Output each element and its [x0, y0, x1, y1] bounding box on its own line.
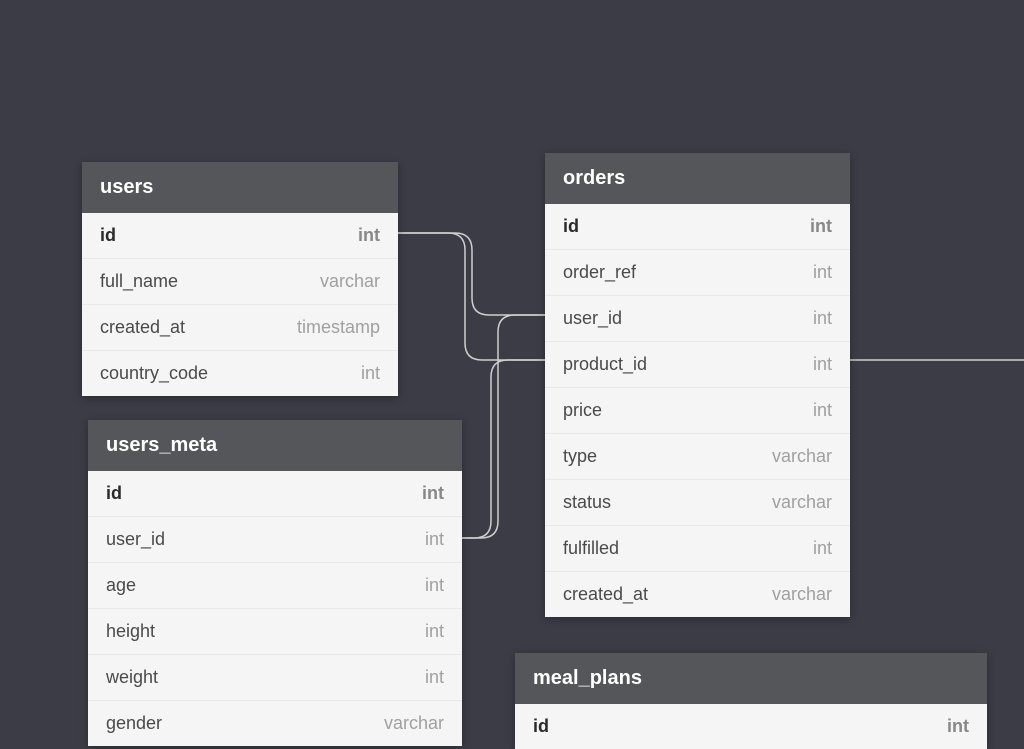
column-row[interactable]: status varchar	[545, 480, 850, 526]
column-row[interactable]: id int	[88, 471, 462, 517]
column-type: int	[358, 225, 380, 246]
column-type: int	[813, 538, 832, 559]
column-type: varchar	[772, 492, 832, 513]
column-type: int	[425, 575, 444, 596]
column-type: int	[361, 363, 380, 384]
column-type: int	[813, 308, 832, 329]
column-row[interactable]: order_ref int	[545, 250, 850, 296]
column-row[interactable]: created_at varchar	[545, 572, 850, 617]
column-type: int	[810, 216, 832, 237]
column-name: user_id	[563, 308, 622, 329]
column-row[interactable]: type varchar	[545, 434, 850, 480]
column-name: gender	[106, 713, 162, 734]
column-row[interactable]: gender varchar	[88, 701, 462, 746]
table-header-users: users	[82, 162, 398, 213]
column-name: fulfilled	[563, 538, 619, 559]
column-row[interactable]: height int	[88, 609, 462, 655]
column-row[interactable]: age int	[88, 563, 462, 609]
table-header-orders: orders	[545, 153, 850, 204]
column-type: timestamp	[297, 317, 380, 338]
column-type: int	[422, 483, 444, 504]
column-type: int	[813, 354, 832, 375]
column-name: created_at	[563, 584, 648, 605]
table-meal-plans[interactable]: meal_plans id int	[515, 653, 987, 749]
column-type: varchar	[772, 584, 832, 605]
column-row[interactable]: full_name varchar	[82, 259, 398, 305]
column-row[interactable]: id int	[82, 213, 398, 259]
column-type: varchar	[384, 713, 444, 734]
table-users[interactable]: users id int full_name varchar created_a…	[82, 162, 398, 396]
column-name: product_id	[563, 354, 647, 375]
column-row[interactable]: product_id int	[545, 342, 850, 388]
column-name: status	[563, 492, 611, 513]
column-name: full_name	[100, 271, 178, 292]
column-name: price	[563, 400, 602, 421]
column-type: int	[813, 262, 832, 283]
column-name: id	[106, 483, 122, 504]
column-name: type	[563, 446, 597, 467]
column-row[interactable]: id int	[545, 204, 850, 250]
column-type: int	[947, 716, 969, 737]
table-header-meal-plans: meal_plans	[515, 653, 987, 704]
column-type: int	[425, 529, 444, 550]
column-type: varchar	[320, 271, 380, 292]
column-name: id	[533, 716, 549, 737]
table-title: users	[100, 176, 153, 198]
table-title: orders	[563, 167, 625, 189]
table-title: users_meta	[106, 434, 217, 456]
column-row[interactable]: fulfilled int	[545, 526, 850, 572]
column-type: int	[425, 667, 444, 688]
column-row[interactable]: country_code int	[82, 351, 398, 396]
column-row[interactable]: created_at timestamp	[82, 305, 398, 351]
table-header-users-meta: users_meta	[88, 420, 462, 471]
column-row[interactable]: weight int	[88, 655, 462, 701]
column-name: height	[106, 621, 155, 642]
column-name: order_ref	[563, 262, 636, 283]
column-row[interactable]: id int	[515, 704, 987, 749]
column-name: created_at	[100, 317, 185, 338]
column-type: int	[813, 400, 832, 421]
column-name: user_id	[106, 529, 165, 550]
column-name: age	[106, 575, 136, 596]
column-name: id	[100, 225, 116, 246]
column-row[interactable]: user_id int	[88, 517, 462, 563]
column-name: weight	[106, 667, 158, 688]
table-users-meta[interactable]: users_meta id int user_id int age int he…	[88, 420, 462, 746]
table-orders[interactable]: orders id int order_ref int user_id int …	[545, 153, 850, 617]
column-type: int	[425, 621, 444, 642]
column-row[interactable]: user_id int	[545, 296, 850, 342]
column-name: country_code	[100, 363, 208, 384]
column-name: id	[563, 216, 579, 237]
column-row[interactable]: price int	[545, 388, 850, 434]
column-type: varchar	[772, 446, 832, 467]
table-title: meal_plans	[533, 667, 642, 689]
